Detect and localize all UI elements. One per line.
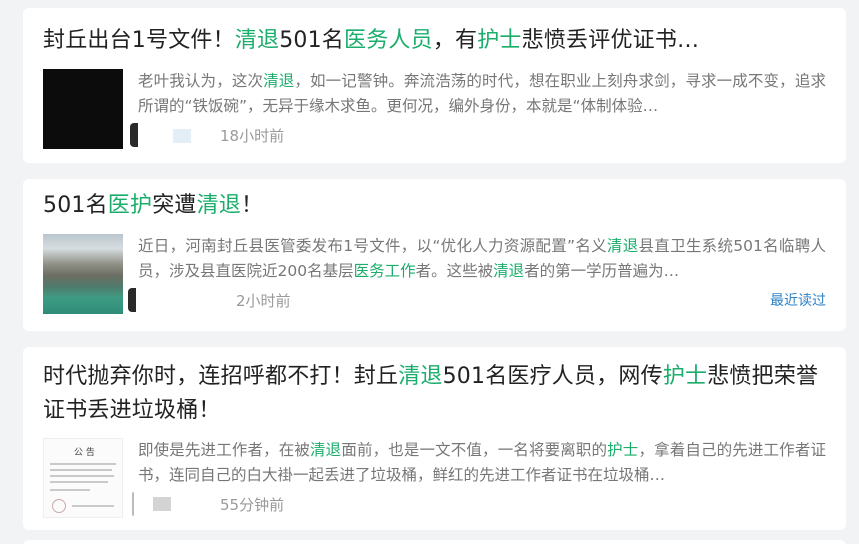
source-avatar	[132, 492, 134, 516]
text-segment: 突遭	[152, 193, 197, 218]
highlight-keyword: 护士	[607, 441, 639, 459]
article-meta: 55分钟前	[132, 492, 826, 520]
text-segment: ！	[241, 193, 264, 218]
highlight-keyword: 清退	[234, 28, 280, 53]
article-card[interactable]: 501名医护突遭清退！ 近日，河南封丘县医管委发布1号文件，以“优化人力资源配置…	[23, 179, 846, 331]
highlight-keyword: 清退	[196, 193, 242, 218]
highlight-keyword: 清退	[398, 364, 443, 389]
text-segment: 501名医疗人员，网传	[442, 364, 663, 389]
highlight-keyword: 清退	[310, 441, 342, 459]
article-meta: 2小时前 最近读过	[128, 288, 826, 316]
source-avatar	[130, 123, 138, 147]
article-summary: 老叶我认为，这次清退，如一记警钟。奔流浩荡的时代，想在职业上刻舟求剑，寻求一成不…	[138, 69, 826, 119]
highlight-keyword: 护士	[662, 364, 708, 389]
highlight-keyword: 清退	[263, 72, 295, 90]
text-segment: 者的第一学历普遍为…	[524, 262, 680, 280]
source-logo	[153, 497, 171, 511]
article-title[interactable]: 501名医护突遭清退！	[43, 188, 826, 224]
thumbnail-doc-heading: 公 告	[74, 448, 95, 458]
text-segment: 面前，也是一文不值，一名将要离职的	[341, 441, 608, 459]
article-summary: 近日，河南封丘县医管委发布1号文件，以“优化人力资源配置”名义清退县直卫生系统5…	[138, 234, 826, 284]
text-segment: 者。这些被	[415, 262, 494, 280]
highlight-keyword: 医护	[107, 193, 153, 218]
article-meta: 18小时前	[130, 123, 826, 151]
article-thumbnail[interactable]	[43, 69, 123, 149]
article-thumbnail[interactable]	[43, 234, 123, 314]
text-segment: 悲愤丢评优证书…	[521, 28, 700, 53]
text-segment: ，有	[432, 28, 478, 53]
publish-time: 55分钟前	[220, 496, 285, 514]
recently-read-badge[interactable]: 最近读过	[770, 290, 826, 312]
text-segment: 近日，河南封丘县医管委发布1号文件，以“优化人力资源配置”名义	[138, 237, 607, 255]
text-segment: 封丘出台1号文件！	[43, 28, 235, 53]
text-segment: 即使是先进工作者，在被	[138, 441, 311, 459]
highlight-keyword: 医务人员	[344, 28, 433, 53]
text-segment: 501名	[43, 193, 108, 218]
article-title[interactable]: 时代抛弃你时，连招呼都不打！封丘清退501名医疗人员，网传护士悲愤把荣誉证书丢进…	[43, 360, 826, 428]
highlight-keyword: 清退	[493, 262, 525, 280]
source-avatar	[128, 288, 136, 312]
highlight-keyword: 清退	[606, 237, 639, 255]
article-card[interactable]: 封丘出台1号文件！清退501名医务人员，有护士悲愤丢评优证书… 老叶我认为，这次…	[23, 8, 846, 163]
highlight-keyword: 医务工作	[353, 262, 416, 280]
article-summary: 即使是先进工作者，在被清退面前，也是一文不值，一名将要离职的护士，拿着自己的先进…	[138, 438, 826, 488]
text-segment: 时代抛弃你时，连招呼都不打！封丘	[43, 364, 399, 389]
article-card[interactable]: 时代抛弃你时，连招呼都不打！封丘清退501名医疗人员，网传护士悲愤把荣誉证书丢进…	[23, 347, 846, 530]
text-segment: 501名	[279, 28, 345, 53]
article-card[interactable]	[23, 540, 846, 544]
highlight-keyword: 护士	[477, 28, 522, 53]
article-title[interactable]: 封丘出台1号文件！清退501名医务人员，有护士悲愤丢评优证书…	[43, 23, 826, 59]
article-thumbnail[interactable]: 公 告	[43, 438, 123, 518]
publish-time: 18小时前	[220, 127, 285, 145]
text-segment: 老叶我认为，这次	[138, 72, 264, 90]
publish-time: 2小时前	[236, 292, 291, 310]
source-logo	[173, 129, 191, 143]
